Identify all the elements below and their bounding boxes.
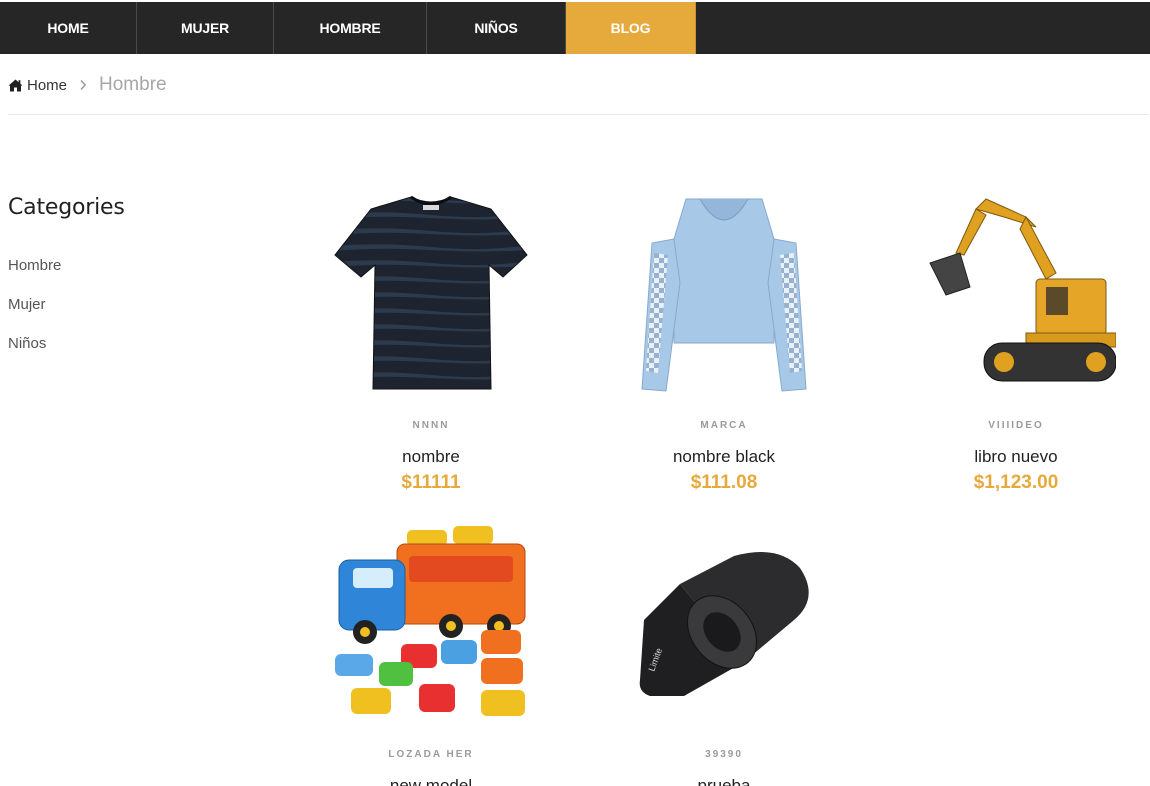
product-name[interactable]: prueba (594, 776, 854, 786)
product-brand: VIIIIDEO (988, 420, 1044, 431)
product-image-black-tshirt[interactable] (331, 193, 531, 393)
product-image-toy-excavator[interactable] (916, 193, 1116, 393)
nav-item-hombre[interactable]: HOMBRE (274, 2, 427, 54)
category-list: Hombre Mujer Niños (8, 256, 61, 373)
product-brand: LOZADA HER (388, 749, 474, 760)
product-brand: MARCA (700, 420, 748, 431)
product-card[interactable]: Limite 39390 prueba (594, 522, 854, 786)
category-item-ninos[interactable]: Niños (8, 334, 61, 373)
breadcrumb: Home Hombre (8, 72, 167, 98)
product-image-blue-hoodie[interactable] (624, 193, 824, 393)
product-brand: 39390 (705, 749, 743, 760)
product-name[interactable]: nombre (301, 447, 561, 467)
nav-item-ninos[interactable]: NIÑOS (427, 2, 566, 54)
breadcrumb-home-link[interactable]: Home (8, 77, 67, 94)
product-card[interactable]: NNNN nombre $11111 (301, 193, 561, 494)
category-item-mujer[interactable]: Mujer (8, 295, 61, 334)
product-card[interactable]: LOZADA HER new model (301, 522, 561, 786)
product-price: $111.08 (690, 472, 758, 493)
breadcrumb-divider (8, 114, 1148, 115)
category-item-hombre[interactable]: Hombre (8, 256, 61, 295)
home-icon (8, 79, 23, 91)
breadcrumb-home-label: Home (27, 76, 68, 94)
main-navigation: HOME MUJER HOMBRE NIÑOS BLOG (0, 2, 1150, 54)
product-name[interactable]: new model (301, 776, 561, 786)
nav-item-blog[interactable]: BLOG (566, 2, 696, 54)
nav-item-home[interactable]: HOME (0, 2, 137, 54)
product-card[interactable]: MARCA nombre black $111.08 (594, 193, 854, 494)
product-image-toy-car-carrier[interactable] (331, 522, 531, 722)
product-name[interactable]: libro nuevo (886, 447, 1146, 467)
product-price: $1,123.00 (973, 472, 1059, 493)
breadcrumb-current: Hombre (99, 74, 167, 95)
product-card[interactable]: VIIIIDEO libro nuevo $1,123.00 (886, 193, 1146, 494)
product-image-yoga-mat[interactable]: Limite (624, 522, 824, 722)
categories-title: Categories (8, 195, 125, 220)
product-brand: NNNN (412, 420, 450, 431)
nav-item-mujer[interactable]: MUJER (137, 2, 274, 54)
product-name[interactable]: nombre black (594, 447, 854, 467)
chevron-right-icon (79, 79, 87, 91)
product-price: $11111 (401, 472, 461, 493)
